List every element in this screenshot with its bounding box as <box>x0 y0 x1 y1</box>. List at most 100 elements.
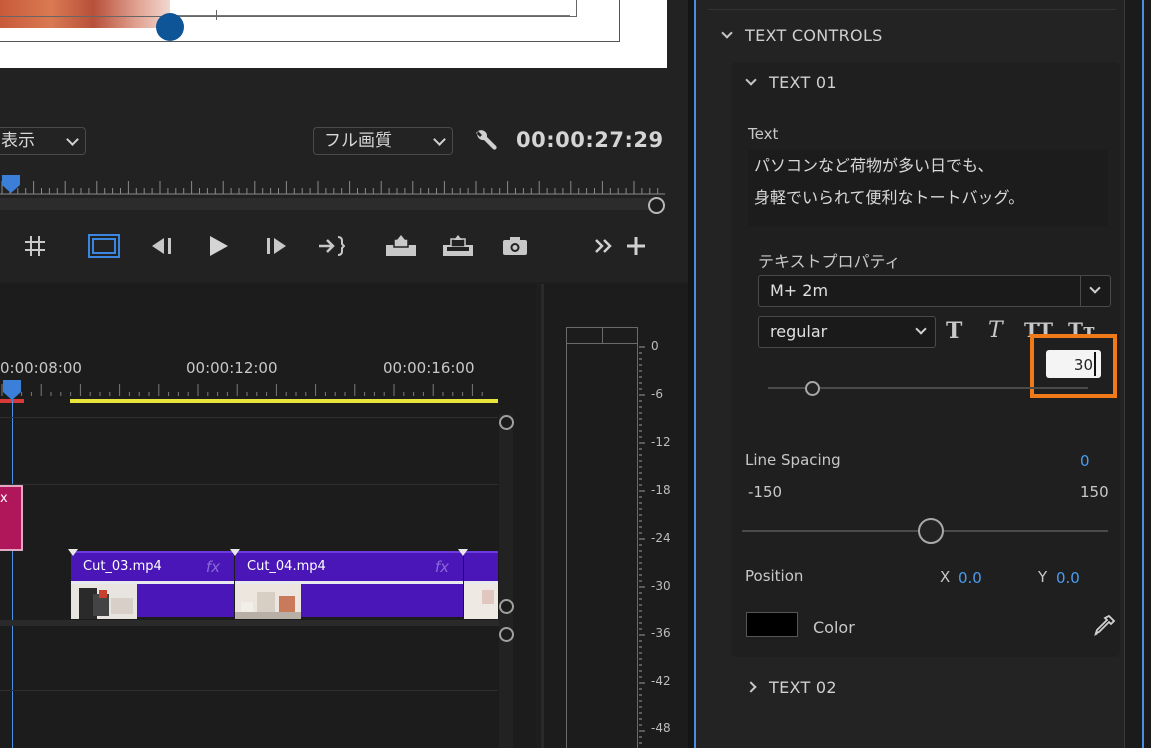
go-to-out-icon[interactable] <box>313 228 349 264</box>
text02-header[interactable]: TEXT 02 <box>745 678 837 697</box>
bold-button[interactable]: T <box>946 318 962 346</box>
chevron-right-icon <box>745 681 757 693</box>
position-y-value[interactable]: 0.0 <box>1056 569 1080 587</box>
wrench-icon[interactable] <box>472 128 498 154</box>
font-family-select[interactable]: M+ 2m <box>758 275 1111 307</box>
line-spacing-max: 150 <box>1080 483 1109 501</box>
monitor-time-ruler[interactable] <box>0 175 665 195</box>
text-content-input[interactable]: パソコンなど荷物が多い日でも、 身軽でいられて便利なトートバッグ。 <box>748 150 1108 226</box>
track-divider <box>0 417 498 418</box>
track-divider <box>0 484 498 485</box>
fx-badge: fx <box>434 558 449 576</box>
chevron-down-icon <box>66 133 79 146</box>
meter-label: -30 <box>651 579 671 593</box>
position-label: Position <box>745 567 804 585</box>
work-area-bar[interactable] <box>70 399 498 403</box>
meter-label: -18 <box>651 483 671 497</box>
clip-thumbnail <box>235 584 301 619</box>
play-icon[interactable] <box>200 228 236 264</box>
line-spacing-slider-knob[interactable] <box>918 518 944 544</box>
meter-label: -12 <box>651 435 671 449</box>
transition-marker[interactable] <box>230 549 240 556</box>
monitor-playhead[interactable] <box>2 175 20 193</box>
font-style-select[interactable]: regular <box>758 316 936 348</box>
color-label: Color <box>813 618 855 637</box>
video-clip[interactable] <box>464 551 498 619</box>
text-properties-label: テキストプロパティ <box>758 252 901 271</box>
lift-icon[interactable] <box>383 228 419 264</box>
video-preview[interactable] <box>0 0 667 68</box>
timeline-panel: 0:00:08:00 00:00:12:00 00:00:16:00 x Cut… <box>0 284 536 748</box>
anchor-tick <box>216 10 217 20</box>
text-line: 身軽でいられて便利なトートバッグ。 <box>754 188 1025 207</box>
scroll-handle[interactable] <box>499 627 514 642</box>
color-swatch[interactable] <box>746 612 798 637</box>
text02-title: TEXT 02 <box>769 678 837 697</box>
position-x-value[interactable]: 0.0 <box>958 569 982 587</box>
timeline-ruler-label: 0:00:08:00 <box>0 359 82 377</box>
line-spacing-value[interactable]: 0 <box>1080 452 1090 470</box>
font-style-value: regular <box>770 322 828 341</box>
video-clip[interactable]: Cut_04.mp4 fx <box>235 551 463 619</box>
video-clip[interactable]: Cut_03.mp4 fx <box>71 551 234 619</box>
meter-label: -42 <box>651 674 671 688</box>
timeline-time-ruler[interactable] <box>0 382 500 398</box>
clip-thumbnail <box>464 584 498 619</box>
text01-title: TEXT 01 <box>769 73 837 92</box>
fx-badge: x <box>0 491 8 506</box>
font-size-slider-knob[interactable] <box>805 381 820 396</box>
timeline-vertical-scrollbar[interactable] <box>499 414 513 748</box>
add-button-icon[interactable] <box>618 228 654 264</box>
transition-marker[interactable] <box>458 549 468 556</box>
panel-border <box>1142 0 1144 748</box>
track-divider <box>0 690 498 691</box>
playhead-timecode[interactable]: 00:00:27:29 <box>516 128 664 152</box>
text01-header[interactable]: TEXT 01 <box>745 73 837 92</box>
graphic-clip[interactable]: x <box>0 485 23 551</box>
meter-channel-divider <box>602 328 603 343</box>
section-title: TEXT CONTROLS <box>745 26 883 45</box>
timeline-playhead[interactable] <box>3 380 21 400</box>
program-monitor: 表示 フル画質 00:00:27:29 <box>0 0 688 282</box>
monitor-zoom-scrollbar[interactable] <box>0 198 652 210</box>
line-spacing-min: -150 <box>748 483 783 501</box>
text-baseline <box>170 15 570 16</box>
camera-icon[interactable] <box>497 228 533 264</box>
scroll-handle[interactable] <box>499 415 514 430</box>
monitor-zoom-handle[interactable] <box>648 197 665 214</box>
text-line: パソコンなど荷物が多い日でも、 <box>754 156 994 175</box>
transform-handle[interactable] <box>156 13 184 41</box>
scroll-handle[interactable] <box>499 599 514 614</box>
meter-label: 0 <box>651 339 659 353</box>
meter-label: -24 <box>651 531 671 545</box>
timeline-playhead-line[interactable] <box>12 394 13 748</box>
position-y-label: Y <box>1038 568 1048 586</box>
safe-margins-icon[interactable] <box>86 228 122 264</box>
timeline-ruler-label: 00:00:12:00 <box>186 359 278 377</box>
panel-scrollbar[interactable] <box>1124 0 1151 748</box>
fx-badge: fx <box>205 558 220 576</box>
step-back-icon[interactable] <box>144 228 180 264</box>
font-dropdown-button[interactable] <box>1080 276 1110 306</box>
meter-label: -6 <box>651 387 663 401</box>
quality-dropdown[interactable]: フル画質 <box>313 127 453 155</box>
quality-dropdown-label: フル画質 <box>324 131 392 151</box>
display-dropdown-label: 表示 <box>1 131 35 151</box>
transport-controls <box>0 228 660 264</box>
italic-button[interactable]: T <box>988 318 1003 346</box>
audio-meter-panel: 0 -6 -12 -18 -24 -30 -36 -42 -48 <box>541 284 688 748</box>
text-controls-header[interactable]: TEXT CONTROLS <box>721 26 883 45</box>
font-family-value: M+ 2m <box>770 281 829 300</box>
grid-icon[interactable] <box>17 228 53 264</box>
chevron-down-icon <box>721 27 733 39</box>
eyedropper-icon[interactable] <box>1092 614 1116 638</box>
step-forward-icon[interactable] <box>258 228 294 264</box>
display-dropdown[interactable]: 表示 <box>0 127 86 155</box>
transition-marker[interactable] <box>68 549 78 556</box>
more-controls-icon[interactable] <box>586 228 622 264</box>
meter-label: -48 <box>651 721 671 735</box>
meter-label: -36 <box>651 626 671 640</box>
chevron-down-icon <box>433 133 446 146</box>
extract-icon[interactable] <box>440 228 476 264</box>
section-divider <box>708 9 1116 10</box>
